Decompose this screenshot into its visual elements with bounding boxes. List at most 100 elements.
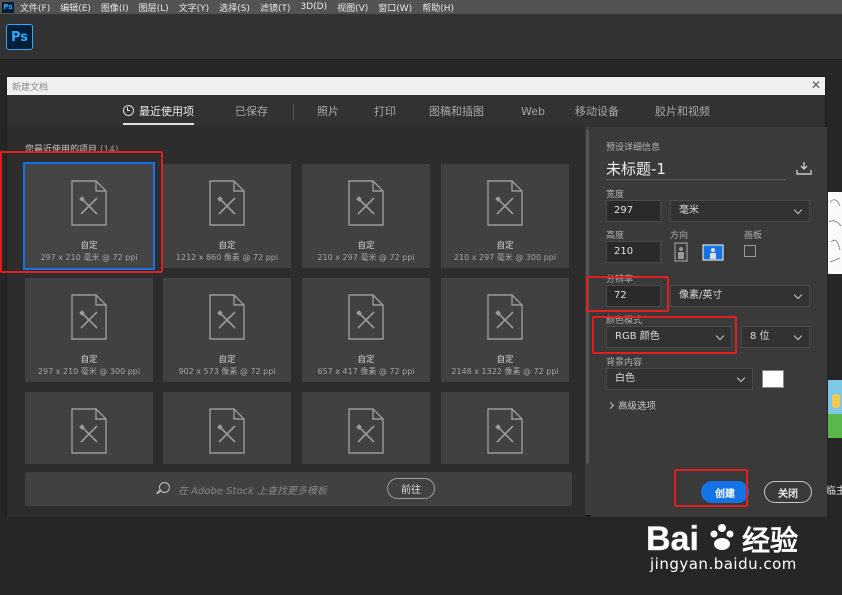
advanced-options-toggle[interactable]: 高级选项: [606, 398, 656, 412]
bit-depth-select[interactable]: 8 位: [741, 326, 810, 348]
resolution-unit-select[interactable]: 像素/英寸: [670, 285, 810, 307]
preset-tile-name: 自定: [357, 355, 375, 365]
document-preset-icon: [346, 180, 386, 226]
landscape-orientation-icon[interactable]: [702, 241, 724, 263]
go-button[interactable]: 前往: [387, 478, 435, 499]
watermark-brand-cn: 经验: [742, 524, 798, 557]
tab-photo[interactable]: 照片: [317, 95, 339, 127]
preset-tile-dimensions: 210 x 297 毫米 @ 300 ppi: [453, 253, 557, 262]
dialog-title: 新建文档: [12, 82, 49, 93]
background-value: 白色: [615, 373, 635, 384]
highlight-color-mode: [592, 316, 737, 354]
tab-print[interactable]: 打印: [374, 95, 396, 127]
preset-tile-name: 自定: [357, 241, 375, 251]
menu-type[interactable]: 文字(Y): [179, 1, 210, 14]
preset-tile[interactable]: 自定 1212 x 860 像素 @ 72 ppi: [163, 164, 291, 268]
search-icon: [159, 482, 170, 493]
document-preset-icon: [207, 180, 247, 226]
menu-file[interactable]: 文件(F): [20, 1, 50, 14]
tab-saved[interactable]: 已保存: [235, 95, 268, 127]
background-canvas-sketch: [828, 192, 842, 274]
document-preset-icon: [207, 294, 247, 340]
document-preset-icon: [485, 294, 525, 340]
menu-image[interactable]: 图像(I): [101, 1, 129, 14]
preset-tile[interactable]: 自定 2148 x 1322 像素 @ 72 ppi: [441, 278, 569, 382]
artboard-checkbox[interactable]: [744, 245, 756, 257]
chevron-down-icon: [793, 331, 803, 341]
menu-edit[interactable]: 编辑(E): [60, 1, 91, 14]
tab-film-video[interactable]: 胶片和视频: [655, 95, 710, 127]
close-icon[interactable]: ✕: [811, 78, 821, 92]
orientation-label: 方向: [670, 231, 689, 241]
preset-tile[interactable]: 自定 210 x 297 毫米 @ 72 ppi: [302, 164, 430, 268]
height-input[interactable]: 210: [606, 241, 661, 263]
document-preset-icon: [346, 294, 386, 340]
width-unit-value: 毫米: [679, 205, 699, 216]
save-preset-icon[interactable]: [796, 161, 812, 175]
watermark-brand: Bai: [646, 520, 699, 558]
menu-filter[interactable]: 滤镜(T): [260, 1, 291, 14]
background-label: 背景内容: [606, 358, 643, 368]
chevron-down-icon: [793, 290, 803, 300]
tab-divider: [293, 104, 294, 120]
paw-icon: [710, 524, 734, 550]
stock-search-bar[interactable]: 在 Adobe Stock 上查找更多模板 前往: [25, 472, 572, 506]
chevron-right-icon: [606, 401, 615, 410]
tab-recent-label: 最近使用项: [139, 105, 194, 118]
tab-art-illustration[interactable]: 图稿和插图: [429, 95, 484, 127]
preset-tile-name: 自定: [218, 241, 236, 251]
document-name-field[interactable]: 未标题-1: [606, 158, 786, 180]
menu-view[interactable]: 视图(V): [337, 1, 368, 14]
menu-help[interactable]: 帮助(H): [422, 1, 454, 14]
document-preset-icon: [346, 408, 386, 454]
menu-3d[interactable]: 3D(D): [300, 2, 327, 12]
preset-tile-dimensions: 902 x 573 像素 @ 72 ppi: [178, 367, 276, 376]
document-preset-icon: [485, 180, 525, 226]
background-canvas-cartoon: [828, 380, 842, 438]
background-color-swatch[interactable]: [762, 370, 784, 388]
preset-tile[interactable]: [25, 392, 153, 464]
chevron-down-icon: [793, 205, 803, 215]
watermark-url: jingyan.baidu.com: [650, 555, 797, 573]
preset-tile-dimensions: 1212 x 860 像素 @ 72 ppi: [175, 253, 279, 262]
preset-tile[interactable]: 自定 902 x 573 像素 @ 72 ppi: [163, 278, 291, 382]
app-header: Ps: [0, 14, 842, 60]
preset-tile[interactable]: [441, 392, 569, 464]
tab-mobile[interactable]: 移动设备: [575, 95, 619, 127]
active-tab-underline: [123, 123, 194, 125]
width-label: 宽度: [606, 190, 625, 200]
preset-tile[interactable]: [163, 392, 291, 464]
stock-search-placeholder[interactable]: 在 Adobe Stock 上查找更多模板: [178, 482, 327, 497]
preset-tile-name: 自定: [80, 355, 98, 365]
preset-tile-dimensions: 657 x 417 像素 @ 72 ppi: [317, 367, 415, 376]
tab-web[interactable]: Web: [521, 95, 545, 127]
artboard-label: 画板: [744, 231, 763, 241]
preset-tile[interactable]: 自定 210 x 297 毫米 @ 300 ppi: [441, 164, 569, 268]
dialog-titlebar: 新建文档 ✕: [7, 77, 825, 95]
menu-select[interactable]: 选择(S): [219, 1, 250, 14]
tab-recent[interactable]: 最近使用项: [123, 95, 194, 127]
preset-tile[interactable]: 自定 657 x 417 像素 @ 72 ppi: [302, 278, 430, 382]
preset-tile-dimensions: 2148 x 1322 像素 @ 72 ppi: [451, 367, 559, 376]
highlight-resolution: [586, 276, 669, 312]
sketch-lines: [828, 199, 842, 263]
document-preset-icon: [207, 408, 247, 454]
new-document-dialog: 新建文档 ✕ 最近使用项 已保存 照片 打印 图稿和插图 Web 移动设备 胶片…: [6, 76, 827, 517]
document-preset-icon: [69, 294, 109, 340]
preset-tile[interactable]: 自定 297 x 210 毫米 @ 300 ppi: [25, 278, 153, 382]
portrait-orientation-icon[interactable]: [670, 241, 692, 263]
preset-tile-dimensions: 210 x 297 毫米 @ 72 ppi: [317, 253, 415, 262]
document-preset-icon: [69, 408, 109, 454]
photoshop-mini-logo: Ps: [2, 1, 14, 13]
preset-tile-name: 自定: [496, 241, 514, 251]
width-input[interactable]: 297: [606, 200, 661, 222]
document-preset-icon: [485, 408, 525, 454]
height-label: 高度: [606, 231, 625, 241]
resolution-unit-value: 像素/英寸: [679, 290, 723, 301]
photoshop-logo[interactable]: Ps: [6, 24, 33, 50]
menu-layer[interactable]: 图层(L): [139, 1, 169, 14]
preset-tile[interactable]: [302, 392, 430, 464]
width-unit-select[interactable]: 毫米: [670, 200, 810, 222]
menu-window[interactable]: 窗口(W): [378, 1, 412, 14]
background-select[interactable]: 白色: [606, 368, 753, 390]
